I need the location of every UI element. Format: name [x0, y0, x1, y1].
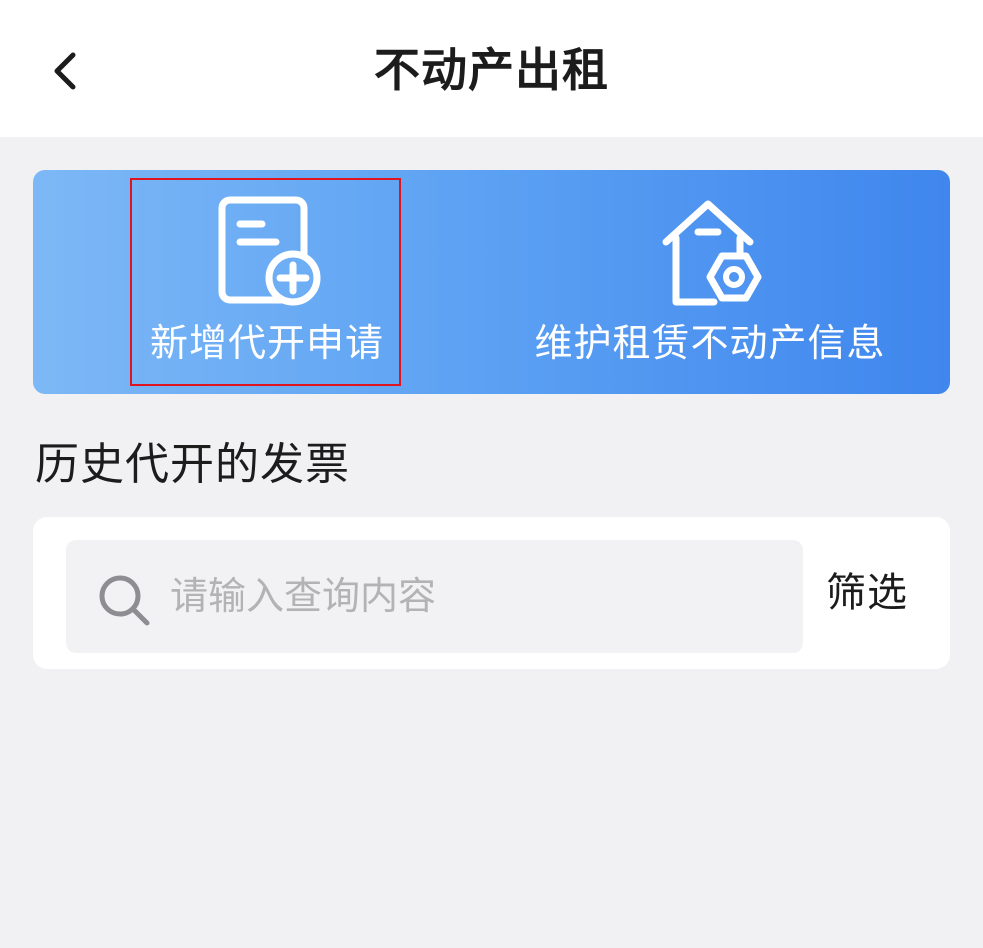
search-input[interactable] — [170, 566, 770, 626]
new-invoice-application-button[interactable]: 新增代开申请 — [130, 170, 404, 394]
document-add-icon — [218, 196, 328, 312]
search-icon — [96, 572, 152, 628]
filter-button[interactable]: 筛选 — [826, 566, 908, 620]
top-navigation-bar: 不动产出租 — [0, 0, 983, 137]
section-title: 历史代开的发票 — [35, 439, 350, 490]
page-title: 不动产出租 — [374, 43, 609, 97]
maintain-rental-property-label: 维护租赁不动产信息 — [534, 321, 886, 365]
house-settings-icon — [658, 198, 762, 314]
new-invoice-application-label: 新增代开申请 — [149, 321, 384, 365]
maintain-rental-property-button[interactable]: 维护租赁不动产信息 — [520, 170, 900, 394]
